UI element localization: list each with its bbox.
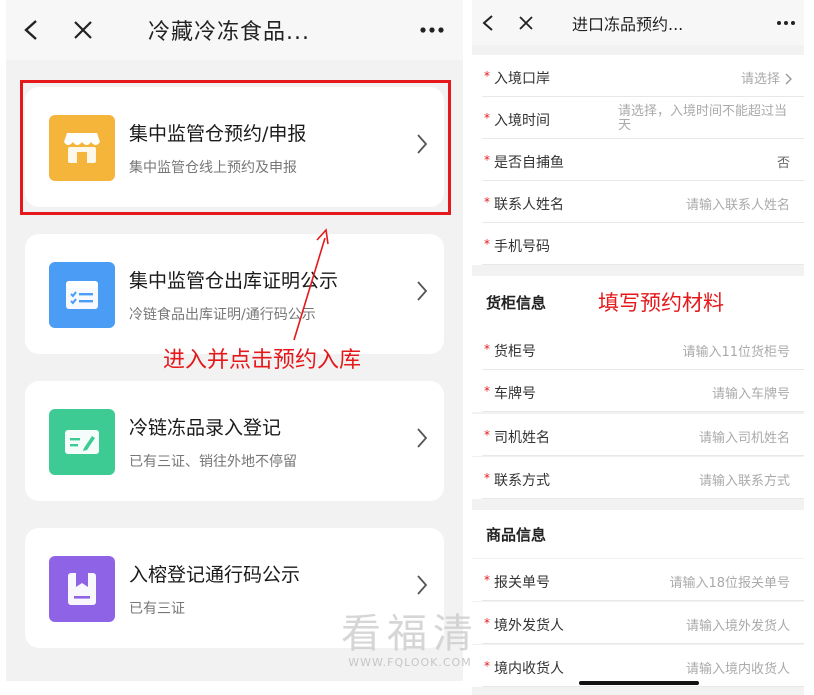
field-label: 车牌号	[494, 386, 536, 402]
field-placeholder: 请选择，入境时间不能超过当天	[618, 104, 788, 133]
field-label: 入境口岸	[494, 71, 550, 87]
field-entry-time[interactable]: * 入境时间 请选择，入境时间不能超过当天	[472, 97, 804, 139]
required-mark: *	[484, 69, 490, 83]
required-mark: *	[484, 384, 490, 398]
field-contact-method[interactable]: * 联系方式 请输入联系方式	[472, 457, 804, 499]
field-customs-declaration[interactable]: * 报关单号 请输入18位报关单号	[472, 559, 804, 601]
required-mark: *	[484, 471, 490, 485]
watermark-logo: 看福清 WWW.FQLOOK.COM	[340, 612, 480, 669]
page-title: 进口冻品预约...	[572, 14, 684, 34]
top-nav-bar: 进口冻品预约...	[472, 0, 804, 45]
required-mark: *	[484, 342, 490, 356]
required-mark: *	[484, 237, 490, 251]
required-mark: *	[484, 659, 490, 673]
field-phone[interactable]: * 手机号码	[472, 223, 804, 265]
field-label: 入境时间	[494, 113, 550, 129]
home-indicator	[579, 681, 699, 685]
field-label: 司机姓名	[494, 430, 550, 446]
field-placeholder: 请选择	[740, 72, 780, 87]
required-mark: *	[484, 428, 490, 442]
annotation-arrow	[293, 228, 329, 341]
field-label: 联系人姓名	[494, 197, 564, 213]
field-contact-name[interactable]: * 联系人姓名 请输入联系人姓名	[472, 181, 804, 223]
annotation-text: 填写预约材料	[598, 291, 724, 315]
field-label: 境外发货人	[494, 618, 564, 634]
field-placeholder: 请输入18位报关单号	[669, 576, 790, 591]
field-placeholder: 请输入11位货柜号	[682, 345, 790, 360]
field-label: 境内收货人	[494, 661, 564, 677]
field-driver-name[interactable]: * 司机姓名 请输入司机姓名	[472, 414, 804, 456]
field-overseas-shipper[interactable]: * 境外发货人 请输入境外发货人	[472, 602, 804, 644]
required-mark: *	[484, 111, 490, 125]
required-mark: *	[484, 573, 490, 587]
field-placeholder: 请输入联系方式	[698, 474, 790, 489]
more-icon[interactable]	[776, 0, 796, 45]
field-placeholder: 请输入境外发货人	[685, 619, 790, 634]
watermark-text: 看福清	[341, 611, 479, 657]
field-self-caught-fish[interactable]: * 是否自捕鱼 否	[472, 139, 804, 181]
required-mark: *	[484, 153, 490, 167]
field-label: 手机号码	[494, 239, 550, 255]
field-label: 联系方式	[494, 473, 550, 489]
field-value: 否	[776, 156, 790, 171]
field-placeholder: 请输入联系人姓名	[685, 198, 790, 213]
back-icon[interactable]	[480, 0, 498, 45]
field-label: 货柜号	[494, 344, 536, 360]
watermark-url: WWW.FQLOOK.COM	[348, 656, 472, 669]
field-placeholder: 请输入车牌号	[711, 387, 790, 402]
section-title: 货柜信息	[486, 294, 547, 312]
field-container-number[interactable]: * 货柜号 请输入11位货柜号	[472, 328, 804, 370]
required-mark: *	[484, 616, 490, 630]
field-label: 是否自捕鱼	[494, 155, 564, 171]
field-placeholder: 请输入境内收货人	[685, 662, 790, 677]
field-placeholder: 请输入司机姓名	[698, 431, 790, 446]
field-label: 报关单号	[494, 575, 550, 591]
left-phone-screen: 冷藏冷冻食品... 集中监管仓预约/申报 集中监管仓线上预约及申报 集中监管仓出…	[6, 0, 463, 681]
right-phone-screen: 进口冻品预约... * 入境口岸 请选择 * 入境时间 请选择，入境时间不能超过…	[472, 0, 804, 695]
section-header-goods: 商品信息	[472, 510, 804, 558]
chevron-right-icon	[785, 70, 792, 89]
annotation-text: 进入并点击预约入库	[163, 348, 362, 373]
close-icon[interactable]	[518, 0, 534, 45]
field-plate-number[interactable]: * 车牌号 请输入车牌号	[472, 370, 804, 412]
field-entry-port[interactable]: * 入境口岸 请选择	[472, 55, 804, 97]
section-title: 商品信息	[486, 526, 547, 544]
required-mark: *	[484, 195, 490, 209]
